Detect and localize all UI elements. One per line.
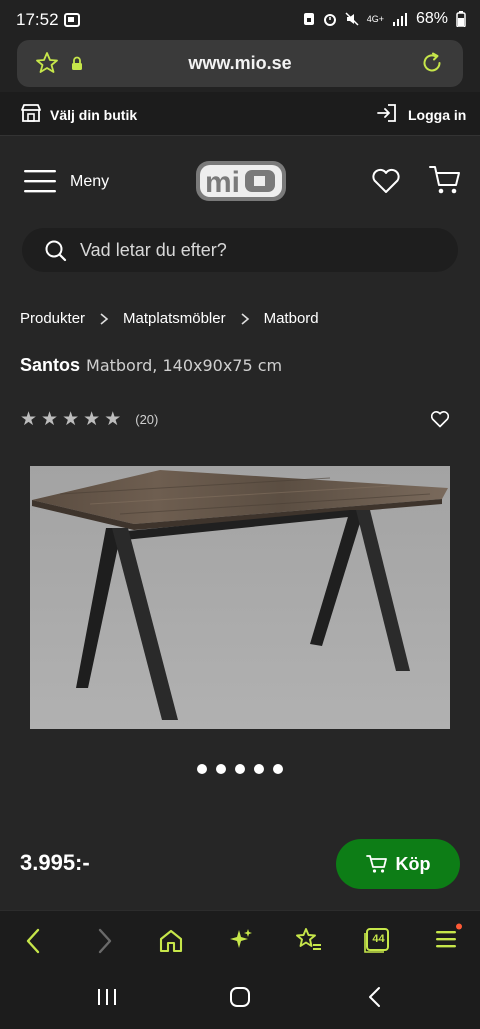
menu-label: Meny: [70, 173, 110, 190]
alarm-icon: [323, 14, 336, 26]
star-icon: ★: [20, 409, 38, 430]
review-count: (20): [135, 412, 159, 427]
store-bar: Välj din butik Logga in: [0, 92, 480, 136]
sparkle-icon[interactable]: [228, 927, 254, 953]
bookmarks-star-list-icon[interactable]: [295, 927, 323, 953]
tab-count: 44: [372, 933, 385, 945]
breadcrumb-item[interactable]: Matbord: [264, 310, 319, 327]
carousel-dot[interactable]: [273, 764, 283, 774]
breadcrumb-item[interactable]: Produkter: [20, 310, 85, 327]
star-icon: ★: [83, 409, 101, 430]
search-input[interactable]: Vad letar du efter?: [22, 228, 458, 272]
lock-notification-icon: [303, 13, 314, 25]
breadcrumb-item[interactable]: Matplatsmöbler: [123, 310, 226, 327]
breadcrumb: Produkter Matplatsmöbler Matbord: [20, 310, 319, 327]
system-navigation-bar: [0, 970, 480, 1029]
cart-icon: [365, 855, 387, 873]
browser-toolbar: www.mio.se: [0, 40, 480, 92]
svg-text:mi: mi: [205, 166, 240, 199]
url-text[interactable]: www.mio.se: [17, 53, 463, 74]
chevron-right-icon: [241, 312, 249, 325]
cart-icon[interactable]: [428, 164, 462, 196]
status-icons: 4G+ 68%: [303, 10, 466, 28]
back-arrow-icon[interactable]: [22, 927, 44, 955]
store-icon: [21, 104, 41, 122]
star-icon: ★: [41, 409, 59, 430]
wishlist-heart-icon[interactable]: [371, 168, 401, 194]
search-icon: [45, 240, 67, 262]
battery-percent: 68%: [415, 10, 448, 27]
product-rating[interactable]: ★ ★ ★ ★ ★ (20): [20, 410, 158, 429]
site-header: Meny mi Vad letar du efter?: [0, 136, 480, 296]
login-label: Logga in: [408, 107, 467, 123]
carousel-dot[interactable]: [254, 764, 264, 774]
product-name: Santos: [20, 355, 81, 375]
login-icon: [377, 104, 396, 122]
image-carousel-dots: [0, 764, 480, 774]
search-placeholder: Vad letar du efter?: [80, 240, 227, 260]
address-bar[interactable]: www.mio.se: [17, 40, 463, 87]
status-bar: 17:52 4G+ 68%: [0, 0, 480, 40]
buy-label: Köp: [395, 853, 431, 874]
favorite-heart-icon[interactable]: [430, 410, 450, 428]
star-icon: ★: [62, 409, 80, 430]
screenshot-indicator-icon: [64, 13, 80, 27]
carousel-dot[interactable]: [235, 764, 245, 774]
reload-icon[interactable]: [420, 51, 444, 75]
product-title: Santos Matbord, 140x90x75 cm: [20, 355, 282, 376]
product-description: Matbord, 140x90x75 cm: [86, 356, 283, 375]
chevron-right-icon: [100, 312, 109, 325]
carousel-dot[interactable]: [197, 764, 207, 774]
star-icon: ★: [104, 409, 122, 430]
mute-icon: [345, 12, 359, 26]
product-price: 3.995:-: [20, 850, 90, 875]
browser-menu-icon[interactable]: [434, 923, 464, 953]
home-button-icon[interactable]: [229, 986, 251, 1008]
carousel-dot[interactable]: [216, 764, 226, 774]
mio-logo[interactable]: mi: [195, 160, 287, 202]
network-type: 4G+: [366, 13, 384, 24]
forward-arrow-icon[interactable]: [94, 927, 116, 955]
tabs-button[interactable]: 44: [364, 927, 390, 953]
buy-button[interactable]: Köp: [336, 839, 460, 889]
browser-bottom-bar: 44: [0, 910, 480, 970]
product-image[interactable]: [30, 466, 450, 729]
back-button-icon[interactable]: [366, 986, 384, 1008]
choose-store-label: Välj din butik: [50, 107, 138, 123]
hamburger-icon: [24, 170, 56, 193]
dining-table-image: [30, 466, 450, 729]
recent-apps-icon[interactable]: [96, 987, 118, 1007]
home-icon[interactable]: [158, 928, 184, 954]
battery-icon: [456, 11, 466, 27]
signal-icon: [392, 13, 407, 26]
status-time: 17:52: [16, 10, 59, 29]
